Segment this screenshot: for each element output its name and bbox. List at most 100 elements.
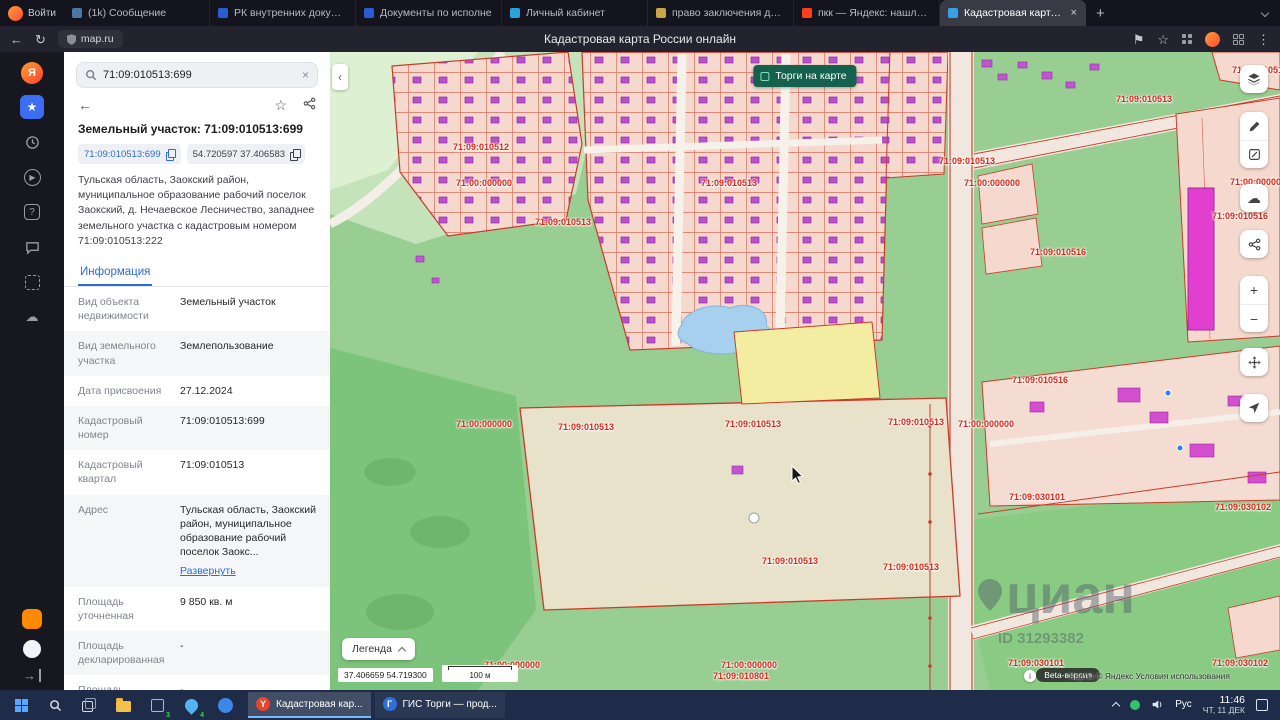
- reload-icon[interactable]: ↻: [35, 33, 46, 46]
- back-icon[interactable]: ←: [10, 33, 23, 46]
- expand-link[interactable]: Развернуть: [180, 564, 316, 578]
- tab-favicon-icon: [72, 8, 82, 18]
- info-value: 9 850 кв. м: [180, 595, 316, 623]
- sidebar-expand-icon[interactable]: →: [23, 669, 41, 682]
- screen: Войти (1k) Сообщение × РК внутренних док…: [0, 0, 1280, 720]
- tab-title: Кадастровая карта Ро: [964, 7, 1065, 19]
- cadastral-number-chip[interactable]: 71:09:010513:699: [78, 144, 181, 164]
- cadastral-map[interactable]: 71:09:010512 71:00:000000 71:09:010513 7…: [330, 52, 1280, 690]
- layers-button[interactable]: [1240, 65, 1268, 93]
- address-bar[interactable]: map.ru: [58, 30, 123, 48]
- browser-tab[interactable]: Кадастровая карта Ро ×: [940, 0, 1086, 26]
- torgi-on-map-button[interactable]: Торги на карте: [753, 65, 856, 87]
- task-view-button[interactable]: [74, 690, 104, 720]
- clear-search-icon[interactable]: ×: [302, 68, 309, 82]
- folder-icon: [116, 701, 131, 712]
- browser-tab[interactable]: РК внутренних докумен ×: [210, 0, 356, 26]
- language-indicator[interactable]: Рус: [1175, 699, 1192, 710]
- info-label: Вид земельного участка: [78, 339, 170, 367]
- disk-icon[interactable]: [23, 640, 41, 658]
- parcel-description: Тульская область, Заокский район, муници…: [78, 173, 316, 249]
- draw-button[interactable]: [1240, 112, 1268, 140]
- tray-expand-chevron-icon[interactable]: [1112, 702, 1120, 710]
- cloud-sync-icon[interactable]: ☁: [20, 305, 44, 329]
- antivirus-tray-icon[interactable]: [1130, 700, 1140, 710]
- taskbar-search-button[interactable]: [40, 690, 70, 720]
- share-icon[interactable]: [303, 97, 316, 112]
- page-title: Кадастровая карта России онлайн: [544, 32, 736, 46]
- legend-button[interactable]: Легенда: [342, 638, 415, 660]
- window-title: Кадастровая кар...: [276, 699, 363, 710]
- file-explorer-button[interactable]: [108, 690, 138, 720]
- browser-tab[interactable]: Документы по исполне ×: [356, 0, 502, 26]
- map-attribution[interactable]: Карты © Яндекс Условия использования: [1070, 671, 1231, 681]
- start-button[interactable]: [6, 690, 36, 720]
- map-app-button[interactable]: 4: [176, 690, 206, 720]
- pan-arrows-icon: [1247, 355, 1262, 370]
- play-sessions-icon[interactable]: ▶: [20, 165, 44, 189]
- taskbar-window-button[interactable]: Г ГИС Торги — прод...: [375, 692, 505, 718]
- notification-center-icon[interactable]: [1256, 699, 1268, 711]
- chat-bubble-icon[interactable]: [20, 235, 44, 259]
- browser-profile-button[interactable]: Войти: [4, 0, 64, 26]
- info-label: Дата присвоения: [78, 384, 170, 398]
- info-value: Землепользование: [180, 339, 316, 367]
- share-map-button[interactable]: [1240, 230, 1268, 258]
- zoom-out-button[interactable]: −: [1240, 304, 1268, 332]
- favorite-star-icon[interactable]: ☆: [274, 98, 287, 112]
- browser-tab[interactable]: (1k) Сообщение ×: [64, 0, 210, 26]
- panel-nav-row: ← ☆: [78, 97, 316, 112]
- parcel-info-table: Вид объекта недвижимости Земельный участ…: [64, 287, 330, 690]
- history-clock-icon[interactable]: [20, 130, 44, 154]
- browser-tab[interactable]: пкк — Яндекс: нашлось ×: [794, 0, 940, 26]
- info-icon[interactable]: i: [1024, 670, 1036, 682]
- pan-control: [1240, 348, 1268, 376]
- cloud-button[interactable]: ☁: [1240, 184, 1268, 212]
- search-icon: [85, 69, 97, 81]
- tabs-grid-icon[interactable]: [1233, 34, 1244, 45]
- panel-collapse-button[interactable]: ‹: [332, 64, 348, 90]
- browser-toolbar: ← ↻ map.ru Кадастровая карта России онла…: [0, 26, 1280, 52]
- taskbar-window-button[interactable]: Y Кадастровая кар...: [248, 692, 371, 718]
- copy-icon[interactable]: [166, 149, 175, 159]
- app-icon: Г: [383, 697, 397, 711]
- scale-line: [448, 666, 512, 670]
- help-icon[interactable]: ?: [20, 200, 44, 224]
- layers-control: [1240, 65, 1268, 93]
- menu-icon[interactable]: ⋮: [1257, 33, 1270, 46]
- tab-search-chevron-icon[interactable]: [1261, 9, 1269, 17]
- edit-controls: [1240, 112, 1268, 168]
- panel-back-icon[interactable]: ←: [78, 98, 92, 112]
- browser-tab[interactable]: Личный кабинет ×: [502, 0, 648, 26]
- copy-icon[interactable]: [290, 149, 299, 159]
- tab-title: (1k) Сообщение: [88, 7, 201, 19]
- parcel-info-panel: 71:09:010513:699 × ← ☆ Земельный участок…: [64, 52, 330, 690]
- toolbar-profile-avatar[interactable]: [1205, 32, 1220, 47]
- tab-information[interactable]: Информация: [78, 259, 152, 286]
- browser-tab[interactable]: право заключения догов ×: [648, 0, 794, 26]
- content-area: Я ★ ▶ ? ☁ → 71:09:010513:699 ×: [0, 52, 1280, 690]
- edit-area-button[interactable]: [1240, 140, 1268, 168]
- zoom-in-button[interactable]: +: [1240, 276, 1268, 304]
- new-tab-button[interactable]: +: [1086, 5, 1115, 22]
- pinned-app-button[interactable]: 3: [142, 690, 172, 720]
- browser-app-button[interactable]: [210, 690, 240, 720]
- map-pin-icon: [182, 696, 200, 714]
- search-input[interactable]: 71:09:010513:699 ×: [76, 62, 318, 88]
- tab-close-icon[interactable]: ×: [1071, 7, 1077, 19]
- profile-avatar: [8, 6, 23, 21]
- favorites-star-icon[interactable]: ☆: [1157, 33, 1169, 46]
- yandex-alice-icon[interactable]: Я: [21, 62, 43, 84]
- volume-icon[interactable]: [1151, 698, 1164, 711]
- extensions-icon[interactable]: [1182, 34, 1192, 44]
- coordinates-chip[interactable]: 54.720597 37.406583: [187, 144, 305, 164]
- bookmark-flag-icon[interactable]: ⚑: [1133, 33, 1145, 46]
- favorites-panel-icon[interactable]: ★: [20, 95, 44, 119]
- messenger-icon[interactable]: [22, 609, 42, 629]
- screenshot-icon[interactable]: [20, 270, 44, 294]
- info-row: Адрес Тульская область, Заокский район, …: [64, 495, 330, 587]
- taskbar-clock[interactable]: 11:46 ЧТ, 11 ДЕК: [1203, 694, 1245, 716]
- locate-me-button[interactable]: [1240, 394, 1268, 422]
- taskbar: 3 4 Y Кадастровая кар... Г ГИС Торги — п…: [0, 690, 1280, 720]
- pan-button[interactable]: [1240, 348, 1268, 376]
